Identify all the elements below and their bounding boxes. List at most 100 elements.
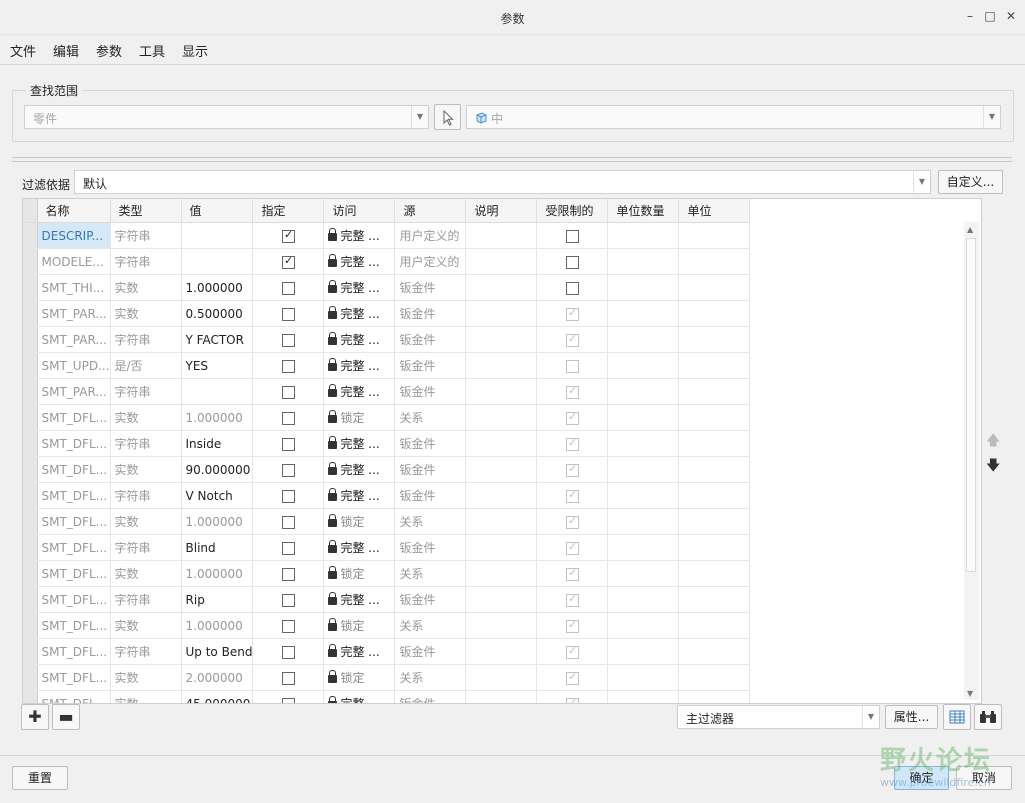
cell-unit-quantity[interactable]	[607, 560, 680, 587]
cell-name[interactable]: SMT_DFL...	[37, 638, 111, 665]
cell-type[interactable]: 字符串	[110, 534, 182, 561]
arrow-down-icon[interactable]: 🡇	[986, 455, 1000, 479]
cell-name[interactable]: SMT_DFL...	[37, 690, 111, 703]
cell-access[interactable]: 锁定	[323, 664, 396, 691]
cell-name[interactable]: SMT_PAR...	[37, 326, 111, 353]
cell-unit-quantity[interactable]	[607, 690, 680, 703]
cell-description[interactable]	[465, 612, 538, 639]
row-header[interactable]	[23, 274, 38, 301]
scrollbar-thumb[interactable]	[966, 238, 976, 572]
cell-value[interactable]: YES	[181, 352, 254, 379]
cell-type[interactable]: 实数	[110, 560, 182, 587]
table-row[interactable]: SMT_UPD... 是/否 YES 完整 ... 钣金件	[23, 352, 751, 379]
designated-checkbox[interactable]: ✓	[281, 254, 295, 269]
cell-access[interactable]: 完整 ...	[323, 248, 396, 275]
menu-display[interactable]: 显示	[182, 41, 208, 60]
cell-access[interactable]: 完整 ...	[323, 352, 396, 379]
table-row[interactable]: MODELE... 字符串 ✓ 完整 ... 用户定义的	[23, 248, 751, 275]
cell-description[interactable]	[465, 378, 538, 405]
designated-checkbox[interactable]	[281, 411, 295, 425]
table-view-button[interactable]	[943, 704, 971, 730]
designated-checkbox[interactable]	[281, 437, 295, 451]
cell-description[interactable]	[465, 560, 538, 587]
cell-access[interactable]: 完整 ...	[323, 638, 396, 665]
row-header[interactable]	[23, 378, 38, 405]
cell-source[interactable]: 钣金件	[394, 534, 467, 561]
table-row[interactable]: SMT_DFL... 实数 90.000000 完整 ... 钣金件 ✓	[23, 456, 751, 483]
cell-access[interactable]: 完整 ...	[323, 456, 396, 483]
cell-unit[interactable]	[678, 482, 751, 509]
select-object-button[interactable]	[434, 104, 461, 130]
cell-unit[interactable]	[678, 664, 751, 691]
table-row[interactable]: SMT_DFL... 字符串 Blind 完整 ... 钣金件 ✓	[23, 534, 751, 561]
cell-unit-quantity[interactable]	[607, 404, 680, 431]
restricted-checkbox[interactable]	[565, 281, 579, 295]
row-header[interactable]	[23, 586, 38, 613]
cell-unit-quantity[interactable]	[607, 378, 680, 405]
column-header-access[interactable]: 访问	[323, 199, 396, 223]
menu-edit[interactable]: 编辑	[53, 41, 79, 60]
cell-name[interactable]: DESCRIP...	[37, 222, 111, 249]
cell-value[interactable]	[181, 378, 254, 405]
row-header[interactable]	[23, 612, 38, 639]
cell-value[interactable]: 1.000000	[181, 274, 254, 301]
cell-access[interactable]: 锁定	[323, 612, 396, 639]
customize-button[interactable]: 自定义...	[938, 170, 1003, 194]
cell-type[interactable]: 实数	[110, 690, 182, 703]
designated-checkbox[interactable]: ✓	[281, 228, 295, 243]
cell-name[interactable]: SMT_DFL...	[37, 482, 111, 509]
cell-value[interactable]: 90.000000	[181, 456, 254, 483]
cell-source[interactable]: 钣金件	[394, 352, 467, 379]
restricted-checkbox[interactable]	[565, 229, 579, 243]
cell-type[interactable]: 实数	[110, 456, 182, 483]
cell-unit[interactable]	[678, 534, 751, 561]
cell-type[interactable]: 是/否	[110, 352, 182, 379]
cell-unit[interactable]	[678, 352, 751, 379]
cell-description[interactable]	[465, 508, 538, 535]
restricted-checkbox[interactable]	[565, 255, 579, 269]
designated-checkbox[interactable]	[281, 463, 295, 477]
designated-checkbox[interactable]	[281, 645, 295, 659]
cell-name[interactable]: SMT_THI...	[37, 274, 111, 301]
properties-button[interactable]: 属性...	[885, 705, 938, 729]
table-row[interactable]: SMT_THI... 实数 1.000000 完整 ... 钣金件	[23, 274, 751, 301]
cell-type[interactable]: 字符串	[110, 326, 182, 353]
cell-description[interactable]	[465, 274, 538, 301]
designated-checkbox[interactable]	[281, 281, 295, 295]
cell-name[interactable]: SMT_PAR...	[37, 378, 111, 405]
cell-source[interactable]: 钣金件	[394, 274, 467, 301]
cell-access[interactable]: 完整 ...	[323, 378, 396, 405]
row-header[interactable]	[23, 300, 38, 327]
row-header[interactable]	[23, 664, 38, 691]
cell-unit[interactable]	[678, 586, 751, 613]
row-header[interactable]	[23, 352, 38, 379]
cell-description[interactable]	[465, 222, 538, 249]
cell-unit[interactable]	[678, 690, 751, 703]
menu-file[interactable]: 文件	[10, 41, 36, 60]
column-header-unit-quantity[interactable]: 单位数量	[607, 199, 680, 223]
table-row[interactable]: SMT_DFL... 字符串 V Notch 完整 ... 钣金件 ✓	[23, 482, 751, 509]
cell-description[interactable]	[465, 248, 538, 275]
table-row[interactable]: SMT_DFL... 字符串 Up to Bend 完整 ... 钣金件 ✓	[23, 638, 751, 665]
cell-unit-quantity[interactable]	[607, 222, 680, 249]
cell-name[interactable]: SMT_DFL...	[37, 430, 111, 457]
cell-unit-quantity[interactable]	[607, 300, 680, 327]
cell-unit[interactable]	[678, 508, 751, 535]
cell-unit-quantity[interactable]	[607, 638, 680, 665]
designated-checkbox[interactable]	[281, 359, 295, 373]
cell-source[interactable]: 钣金件	[394, 326, 467, 353]
row-header[interactable]	[23, 456, 38, 483]
cell-name[interactable]: SMT_UPD...	[37, 352, 111, 379]
cell-access[interactable]: 完整 ...	[323, 274, 396, 301]
cell-description[interactable]	[465, 586, 538, 613]
minimize-icon[interactable]: –	[963, 9, 977, 23]
cell-source[interactable]: 用户定义的	[394, 222, 467, 249]
row-header[interactable]	[23, 404, 38, 431]
designated-checkbox[interactable]	[281, 385, 295, 399]
cell-description[interactable]	[465, 404, 538, 431]
column-header-unit[interactable]: 单位	[678, 199, 751, 223]
designated-checkbox[interactable]	[281, 593, 295, 607]
cell-value[interactable]: 2.000000	[181, 664, 254, 691]
cell-access[interactable]: 完整 ...	[323, 690, 396, 703]
cell-unit[interactable]	[678, 274, 751, 301]
